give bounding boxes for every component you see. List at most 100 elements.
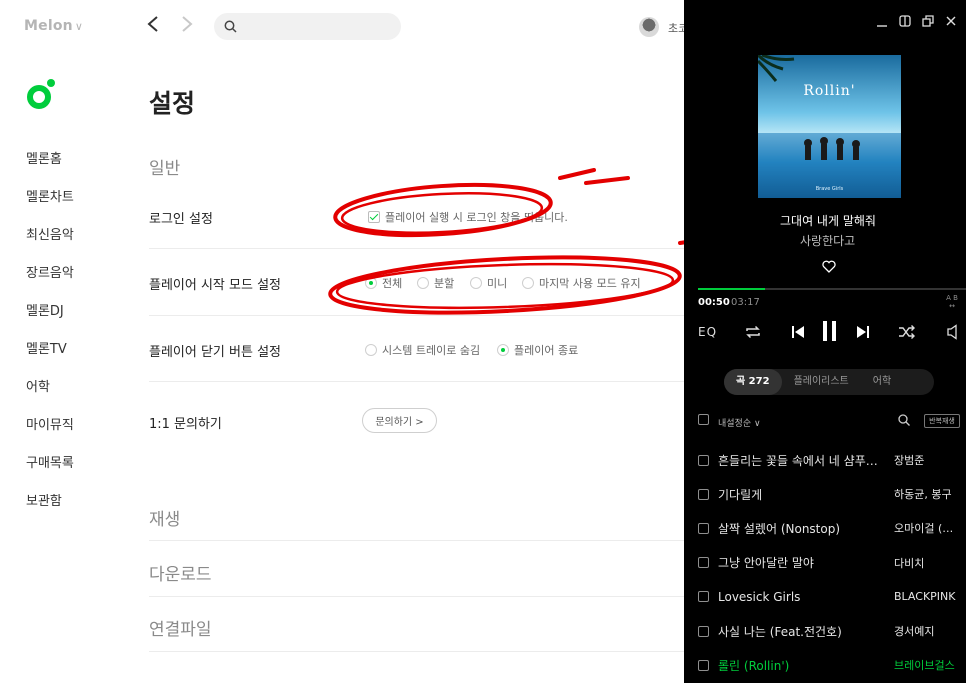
track-row[interactable]: 사실 나는 (Feat.전건호) 경서예지 bbox=[698, 621, 960, 641]
divider bbox=[149, 381, 685, 382]
track-checkbox[interactable] bbox=[698, 522, 709, 534]
track-checkbox[interactable] bbox=[698, 625, 709, 637]
track-title: 그냥 안아달란 말야 bbox=[718, 556, 814, 571]
ab-repeat-button[interactable]: A B ↔ bbox=[946, 294, 958, 310]
track-row[interactable]: 롤린 (Rollin') 브레이브걸스 bbox=[698, 655, 960, 675]
divider bbox=[149, 540, 685, 541]
search-input[interactable] bbox=[214, 13, 401, 40]
tab-playlists[interactable]: 플레이리스트 bbox=[782, 369, 861, 395]
sidebar-item-storage[interactable]: 보관함 bbox=[26, 492, 74, 530]
minimize-icon[interactable] bbox=[875, 14, 889, 28]
split-mode-icon[interactable] bbox=[898, 14, 912, 28]
section-download-heading[interactable]: 다운로드 bbox=[149, 560, 212, 585]
track-checkbox[interactable] bbox=[698, 488, 709, 500]
radio-icon bbox=[417, 277, 429, 289]
track-title: 기다릴게 bbox=[718, 487, 763, 502]
sidebar-item-chart[interactable]: 멜론차트 bbox=[26, 188, 74, 226]
sidebar-item-genre[interactable]: 장르음악 bbox=[26, 264, 74, 302]
repeat-icon[interactable] bbox=[744, 324, 762, 344]
shuffle-icon[interactable] bbox=[898, 324, 916, 344]
ab-label: A B bbox=[946, 294, 958, 302]
start-mode-label: 플레이어 시작 모드 설정 bbox=[149, 278, 281, 293]
sidebar-item-dj[interactable]: 멜론DJ bbox=[26, 302, 74, 340]
like-button[interactable] bbox=[822, 258, 836, 277]
track-checkbox[interactable] bbox=[698, 557, 709, 569]
sort-dropdown[interactable]: 내설정순 ∨ bbox=[718, 416, 761, 429]
restore-icon[interactable] bbox=[921, 14, 935, 28]
sidebar-item-mymusic[interactable]: 마이뮤직 bbox=[26, 416, 74, 454]
track-row[interactable]: 흔들리는 꽃들 속에서 네 샴푸향이 느껴진거야 장범준 bbox=[698, 450, 960, 470]
track-title: Lovesick Girls bbox=[718, 589, 801, 604]
track-checkbox[interactable] bbox=[698, 659, 709, 671]
track-artist[interactable]: 경서예지 bbox=[894, 623, 960, 639]
time-total: 03:17 bbox=[731, 297, 760, 308]
repeat-play-button[interactable]: 반복재생 bbox=[924, 414, 960, 428]
start-mode-radio-last[interactable]: 마지막 사용 모드 유지 bbox=[522, 275, 641, 291]
track-checkbox[interactable] bbox=[698, 591, 709, 603]
section-general-heading: 일반 bbox=[149, 159, 181, 179]
album-art-artist: Brave Girls bbox=[815, 186, 844, 192]
track-artist[interactable]: 장범준 bbox=[894, 452, 960, 468]
chevron-right-icon bbox=[182, 16, 193, 32]
track-checkbox[interactable] bbox=[698, 454, 709, 466]
track-row[interactable]: 그냥 안아달란 말야 다비치 bbox=[698, 553, 960, 573]
previous-icon[interactable] bbox=[791, 324, 805, 344]
track-artist[interactable]: 브레이브걸스 bbox=[894, 657, 960, 673]
track-artist[interactable]: BLACKPINK bbox=[894, 590, 960, 603]
track-row[interactable]: 기다릴게 하동균, 봉구 bbox=[698, 484, 960, 504]
radio-label: 시스템 트레이로 숨김 bbox=[382, 344, 481, 357]
track-title: 살짝 설렜어 (Nonstop) bbox=[718, 521, 841, 536]
track-artist[interactable]: 하동균, 봉구 bbox=[894, 486, 960, 502]
playback-controls: EQ bbox=[684, 320, 966, 346]
checkbox-checked-icon bbox=[368, 211, 380, 223]
close-radio-exit[interactable]: 플레이어 종료 bbox=[497, 342, 578, 358]
close-icon[interactable] bbox=[944, 14, 958, 28]
track-artist[interactable]: 다비치 bbox=[894, 555, 960, 571]
sidebar-item-tv[interactable]: 멜론TV bbox=[26, 340, 74, 378]
tab-language[interactable]: 어학 bbox=[861, 369, 903, 395]
back-button[interactable] bbox=[146, 14, 160, 38]
track-row[interactable]: Lovesick Girls BLACKPINK bbox=[698, 587, 960, 607]
song-subtitle[interactable]: 사랑한다고 bbox=[684, 232, 966, 249]
eq-button[interactable]: EQ bbox=[698, 325, 717, 339]
playlist-search-icon[interactable] bbox=[898, 414, 910, 429]
list-header: 내설정순 ∨ 반복재생 bbox=[698, 414, 960, 430]
heart-icon bbox=[822, 260, 836, 273]
progress-bar[interactable] bbox=[698, 288, 966, 290]
melon-menu[interactable]: Melon ∨ bbox=[24, 18, 83, 34]
pause-icon[interactable] bbox=[822, 320, 838, 346]
close-button-setting-label: 플레이어 닫기 버튼 설정 bbox=[149, 345, 281, 360]
melon-brand-icon[interactable] bbox=[26, 78, 58, 110]
sidebar: 멜론홈 멜론차트 최신음악 장르음악 멜론DJ 멜론TV 어학 마이뮤직 구매목… bbox=[26, 150, 74, 530]
album-art[interactable]: Rollin' Brave Girls bbox=[758, 55, 901, 198]
divider bbox=[149, 315, 685, 316]
start-mode-radio-split[interactable]: 분할 bbox=[417, 275, 454, 291]
tab-songs[interactable]: 곡 272 bbox=[724, 369, 782, 395]
radio-icon bbox=[365, 344, 377, 356]
volume-icon[interactable] bbox=[946, 324, 960, 344]
section-filetype-heading[interactable]: 연결파일 bbox=[149, 615, 212, 640]
sidebar-item-language[interactable]: 어학 bbox=[26, 378, 74, 416]
start-mode-radio-full[interactable]: 전체 bbox=[365, 275, 402, 291]
track-row[interactable]: 살짝 설렜어 (Nonstop) 오마이걸 (OH MY GIRL) bbox=[698, 518, 960, 538]
start-mode-radio-mini[interactable]: 미니 bbox=[470, 275, 507, 291]
radio-label: 마지막 사용 모드 유지 bbox=[539, 277, 641, 290]
login-window-checkbox[interactable]: 플레이어 실행 시 로그인 창을 띄웁니다. bbox=[368, 209, 568, 225]
divider bbox=[149, 596, 685, 597]
sort-label: 내설정순 bbox=[718, 419, 752, 429]
select-all-checkbox[interactable] bbox=[698, 414, 709, 425]
close-radio-tray[interactable]: 시스템 트레이로 숨김 bbox=[365, 342, 480, 358]
sidebar-item-latest[interactable]: 최신음악 bbox=[26, 226, 74, 264]
sidebar-item-home[interactable]: 멜론홈 bbox=[26, 150, 74, 188]
forward-button[interactable] bbox=[180, 14, 194, 38]
radio-label: 분할 bbox=[434, 277, 455, 290]
sidebar-item-purchases[interactable]: 구매목록 bbox=[26, 454, 74, 492]
section-playback-heading[interactable]: 재생 bbox=[149, 505, 180, 530]
inquiry-label: 1:1 문의하기 bbox=[149, 417, 222, 432]
avatar[interactable] bbox=[639, 17, 659, 37]
playlist-tabs: 곡 272 플레이리스트 어학 bbox=[724, 369, 934, 395]
song-title[interactable]: 그대여 내게 말해줘 bbox=[684, 212, 966, 229]
track-artist[interactable]: 오마이걸 (OH MY GIRL) bbox=[894, 520, 960, 536]
inquiry-button[interactable]: 문의하기 > bbox=[362, 408, 437, 433]
next-icon[interactable] bbox=[856, 324, 870, 344]
